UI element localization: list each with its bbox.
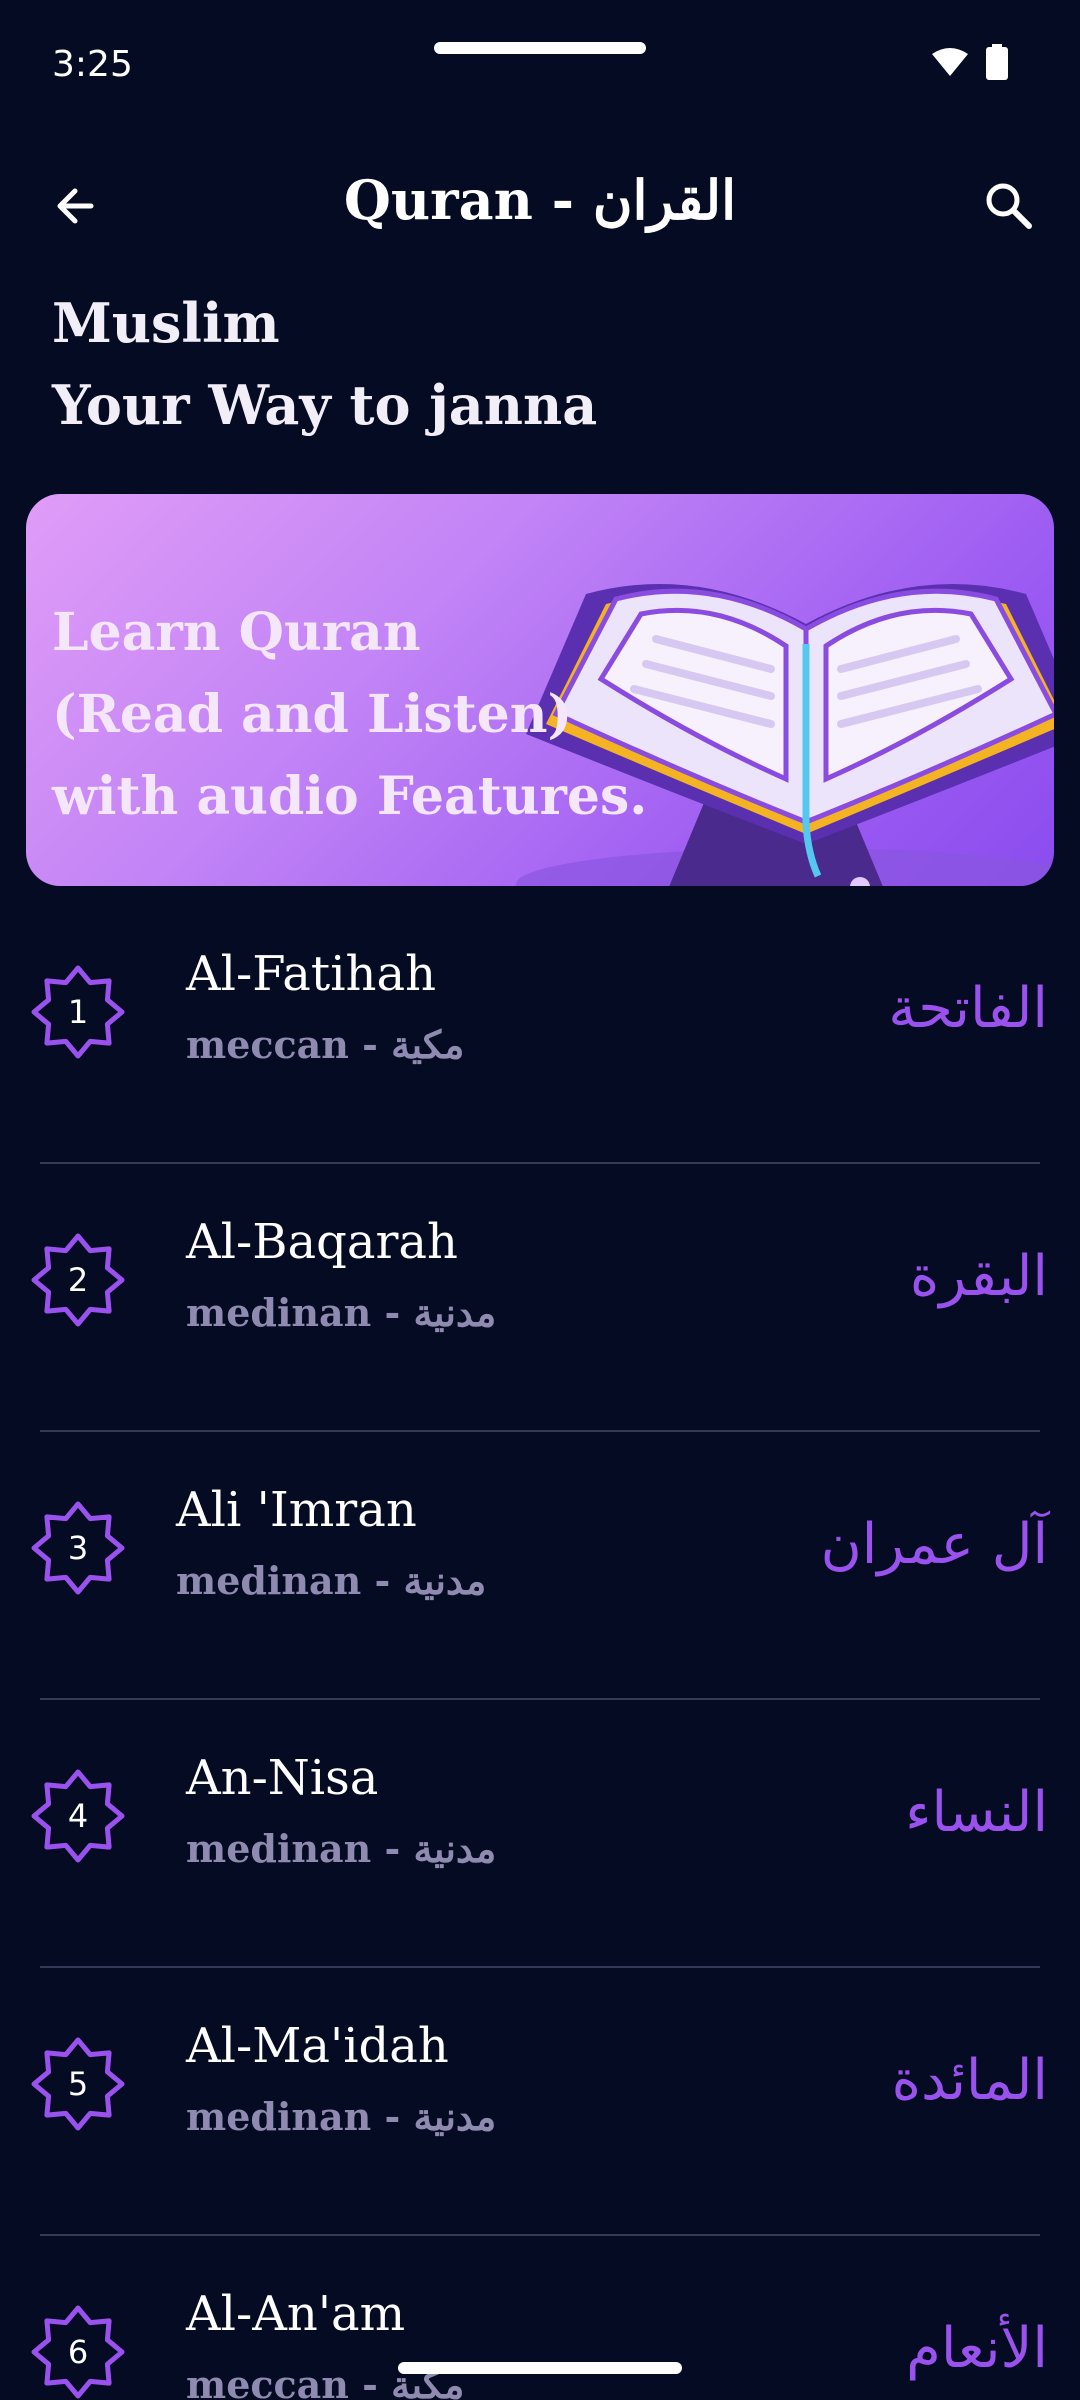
battery-icon [986, 44, 1008, 80]
star-number-badge: 1 [30, 964, 126, 1060]
search-button[interactable] [974, 174, 1044, 238]
star-number-badge: 4 [30, 1768, 126, 1864]
banner-text: Learn Quran (Read and Listen) with audio… [52, 592, 647, 838]
promo-banner[interactable]: Learn Quran (Read and Listen) with audio… [26, 494, 1054, 886]
surah-revelation-type: medinan - مدنية [176, 1558, 487, 1603]
app-bar: Quran - القران [0, 150, 1080, 260]
surah-revelation-type: meccan - مكية [186, 1022, 465, 1067]
surah-number: 2 [67, 1261, 89, 1299]
surah-name-arabic: الفاتحة [888, 976, 1048, 1041]
surah-name-arabic: البقرة [909, 1244, 1048, 1309]
surah-name-arabic: النساء [905, 1780, 1048, 1845]
surah-name-english: Al-An'am [186, 2286, 406, 2342]
surah-name-english: Al-Baqarah [186, 1214, 458, 1270]
quran-screen: 3:25 Quran - القران Muslim Your Way to j… [0, 0, 1080, 2400]
surah-revelation-type: medinan - مدنية [186, 2094, 497, 2139]
star-number-badge: 2 [30, 1232, 126, 1328]
surah-name-english: Al-Fatihah [186, 946, 436, 1002]
star-number-badge: 3 [30, 1500, 126, 1596]
surah-list-item[interactable]: 4 An-Nisa medinan - مدنية النساء [0, 1700, 1080, 1968]
page-title: Quran - القران [343, 168, 737, 232]
surah-name-arabic: آل عمران [820, 1512, 1048, 1577]
headline-app-name: Muslim [52, 291, 280, 355]
banner-line-3: with audio Features. [52, 766, 648, 827]
status-time: 3:25 [52, 44, 133, 85]
camera-notch [434, 42, 646, 54]
status-icons [930, 44, 1008, 80]
wifi-icon [932, 48, 968, 76]
surah-name-english: Ali 'Imran [176, 1482, 417, 1538]
surah-revelation-type: medinan - مدنية [186, 1290, 497, 1335]
surah-list-item[interactable]: 3 Ali 'Imran medinan - مدنية آل عمران [0, 1432, 1080, 1700]
surah-number: 6 [67, 2333, 89, 2371]
surah-number: 1 [67, 993, 89, 1031]
search-icon [986, 183, 1032, 229]
surah-name-english: An-Nisa [186, 1750, 379, 1806]
surah-list-item[interactable]: 5 Al-Ma'idah medinan - مدنية المائدة [0, 1968, 1080, 2236]
surah-list-item[interactable]: 2 Al-Baqarah medinan - مدنية البقرة [0, 1164, 1080, 1432]
surah-revelation-type: medinan - مدنية [186, 1826, 497, 1871]
status-bar: 3:25 [0, 0, 1080, 130]
headline-tagline: Your Way to janna [52, 373, 598, 437]
surah-name-english: Al-Ma'idah [186, 2018, 449, 2074]
surah-number: 4 [67, 1797, 89, 1835]
surah-name-arabic: الأنعام [906, 2316, 1048, 2381]
star-number-badge: 5 [30, 2036, 126, 2132]
headline: Muslim Your Way to janna [52, 282, 597, 446]
surah-list-item[interactable]: 1 Al-Fatihah meccan - مكية الفاتحة [0, 896, 1080, 1164]
surah-list: 1 Al-Fatihah meccan - مكية الفاتحة 2 Al-… [0, 896, 1080, 2400]
banner-line-1: Learn Quran [52, 602, 421, 663]
star-number-badge: 6 [30, 2304, 126, 2400]
surah-list-item[interactable]: 6 Al-An'am meccan - مكية الأنعام [0, 2236, 1080, 2400]
banner-line-2: (Read and Listen) [52, 684, 573, 745]
surah-number: 5 [67, 2065, 89, 2103]
surah-name-arabic: المائدة [891, 2048, 1048, 2113]
home-indicator[interactable] [398, 2362, 682, 2374]
surah-number: 3 [67, 1529, 89, 1567]
